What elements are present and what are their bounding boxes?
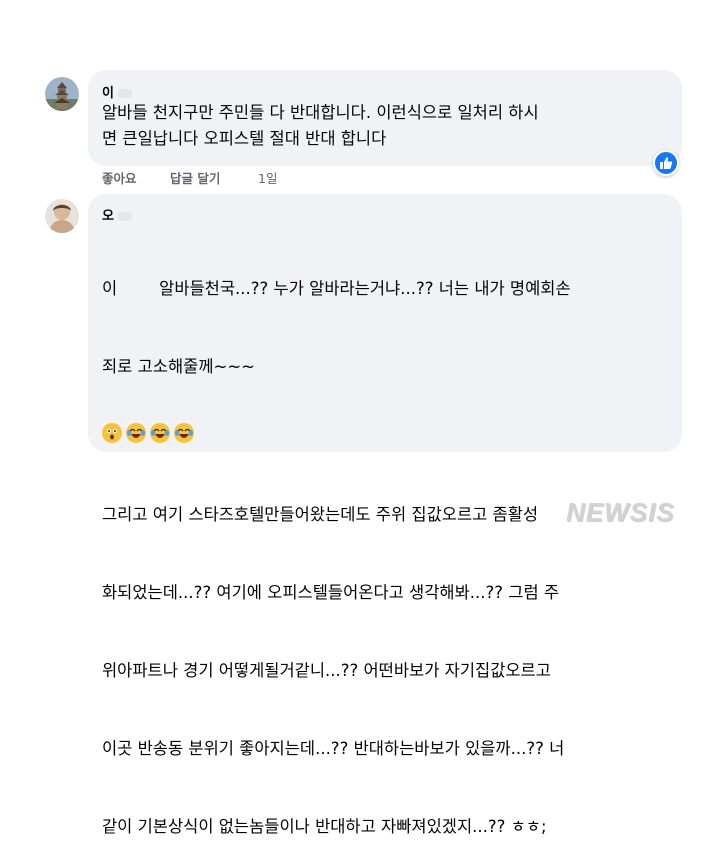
like-button[interactable]: 좋아요	[102, 168, 137, 187]
joy-face-icon	[150, 423, 170, 443]
joy-face-icon	[174, 423, 194, 443]
comment-author[interactable]: 오	[102, 205, 132, 224]
avatar[interactable]	[45, 199, 79, 233]
comment-line	[102, 432, 571, 450]
like-thumb-icon	[660, 157, 673, 169]
comment-line: 같이 기본상식이 없는놈들이나 반대하고 자빠져있겠지...?? ㅎㅎ;	[102, 817, 547, 836]
watermark: NEWSIS	[566, 497, 675, 527]
name-redaction	[117, 212, 132, 221]
comment-line: 면 큰일납니다 오피스텔 절대 반대 합니다	[102, 129, 387, 148]
comment-timestamp[interactable]: 1일	[258, 168, 277, 187]
joy-face-icon	[126, 423, 146, 443]
comment-text: 알바들 천지구만 주민들 다 반대합니다. 이런식으로 일처리 하시 면 큰일납…	[102, 100, 539, 152]
comment-line: 죄로 고소해줄께~~~	[102, 357, 255, 376]
avatar[interactable]	[45, 77, 79, 111]
author-name[interactable]: 이	[102, 86, 114, 101]
comment-line: 이곳 반송동 분위기 좋아지는데...?? 반대하는바보가 있을까...?? 너	[102, 739, 565, 758]
comment-line: 위아파트나 경기 어떻게될거같니...?? 어떤바보가 자기집값오르고	[102, 661, 551, 680]
comment-author[interactable]: 이	[102, 82, 132, 101]
author-name[interactable]: 오	[102, 209, 114, 224]
comment-line: 이 알바들천국...?? 누가 알바라는거냐...?? 너는 내가 명예회손	[102, 279, 571, 298]
comment-line: 화되었는데...?? 여기에 오피스텔들어온다고 생각해봐...?? 그럼 주	[102, 583, 560, 602]
like-reaction-badge[interactable]	[653, 150, 679, 176]
comment-line: 그리고 여기 스타즈호텔만들어왔는데도 주위 집값오르고 좀활성	[102, 505, 539, 524]
name-redaction	[117, 89, 132, 98]
comment-line: 알바들 천지구만 주민들 다 반대합니다. 이런식으로 일처리 하시	[102, 103, 539, 122]
comment-text: 이 알바들천국...?? 누가 알바라는거냐...?? 너는 내가 명예회손 죄…	[102, 224, 571, 866]
reply-button[interactable]: 답글 달기	[170, 168, 220, 187]
astonished-face-icon	[102, 423, 122, 443]
